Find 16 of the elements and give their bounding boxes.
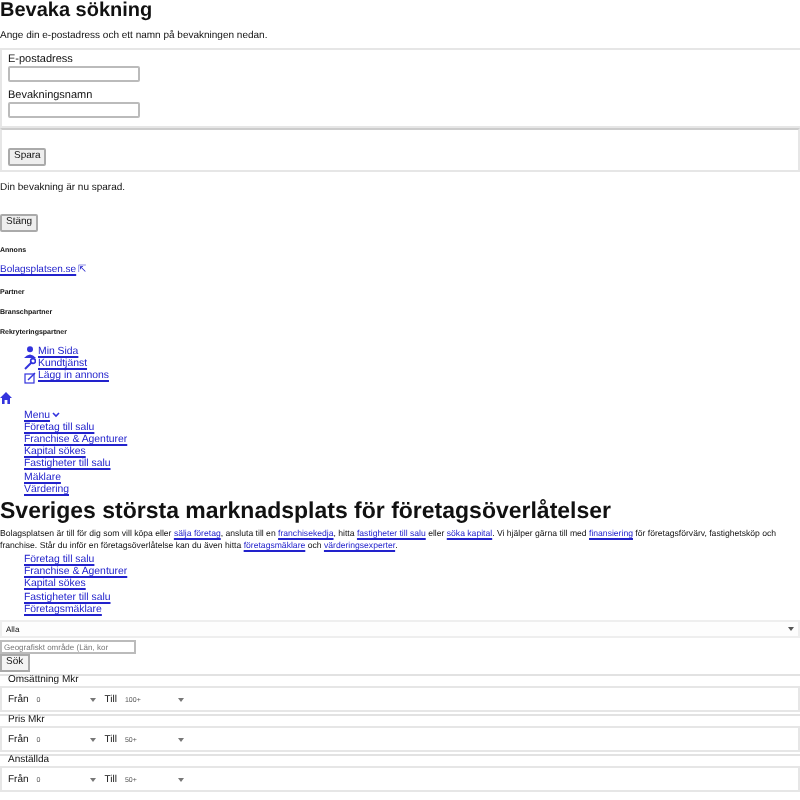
home-icon[interactable] [0, 391, 12, 404]
dropdown-icon [178, 697, 185, 702]
wrench-icon [24, 358, 36, 371]
dropdown-icon [90, 777, 97, 782]
dropdown-icon [90, 737, 97, 742]
dropdown-icon [178, 737, 185, 742]
user-icon [24, 346, 36, 359]
hero-title: Sveriges största marknadsplats för företagsöverlåtelser [0, 500, 614, 527]
edit-icon [24, 371, 36, 383]
chevron-icon [51, 412, 60, 419]
input-field[interactable] [8, 66, 140, 82]
dropdown-icon [788, 626, 794, 633]
watch-title: Bevaka sökning [0, 0, 155, 22]
dropdown-icon [178, 777, 185, 782]
input-field[interactable] [8, 102, 140, 118]
dropdown-icon [90, 697, 97, 702]
